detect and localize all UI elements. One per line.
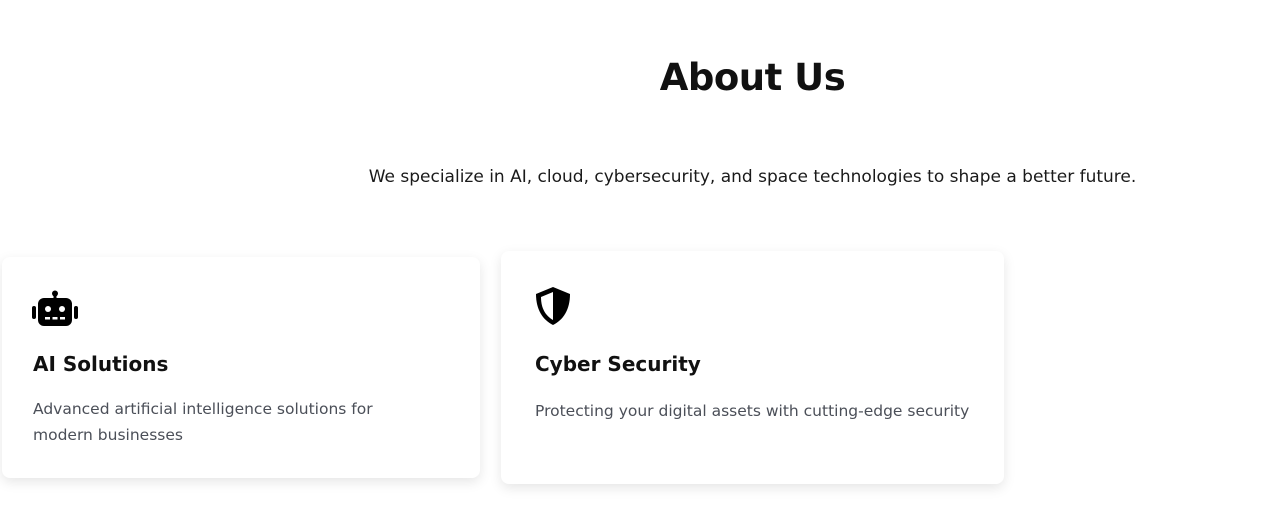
section-title: About Us [659,56,846,99]
section-description: We specialize in AI, cloud, cybersecurit… [368,167,1137,187]
service-card-cyber-security: Cyber Security Protecting your digital a… [501,251,1004,484]
card-title: AI Solutions [33,352,169,376]
robot-icon [32,290,78,328]
card-description: Advanced artificial intelligence solutio… [33,400,373,444]
shield-icon [534,286,572,326]
card-description: Protecting your digital assets with cutt… [535,402,970,420]
card-title: Cyber Security [535,352,701,376]
service-card-ai-solutions: AI Solutions Advanced artificial intelli… [2,257,480,478]
